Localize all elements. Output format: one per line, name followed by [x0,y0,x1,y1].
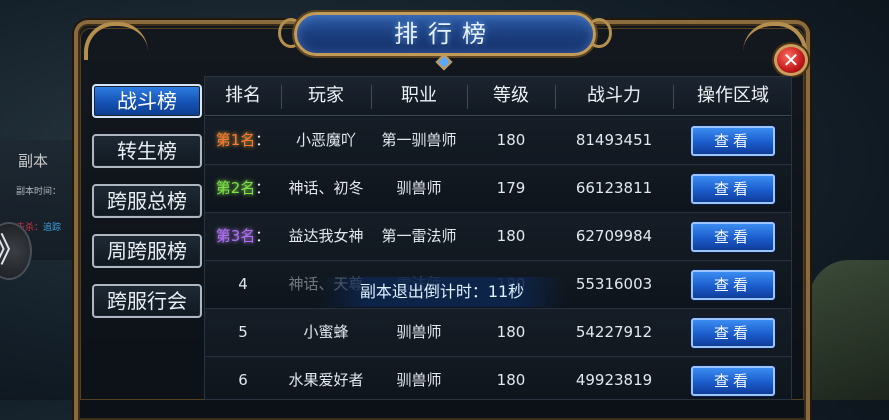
expand-arrow-button[interactable]: 》 [0,222,32,280]
column-header-action: 操作区域 [697,85,769,106]
dungeon-time-label: 副本时间： [16,187,62,197]
column-header-player: 玩家 [308,85,344,106]
player-level: 180 [496,131,526,149]
dungeon-exit-countdown-toast: 副本退出倒计时：11秒 [318,277,566,307]
view-button[interactable]: 查看 [691,126,775,156]
column-header-rank: 排名 [225,85,261,106]
rank-cell: 第1名： [205,117,281,164]
view-button[interactable]: 查看 [691,222,775,252]
view-button[interactable]: 查看 [691,174,775,204]
player-power: 54227912 [575,323,653,341]
rank-colon: ： [255,179,271,197]
player-power: 62709984 [575,227,653,245]
table-row: 第2名： 神话、初冬 驯兽师 179 66123811 查看 [205,165,791,213]
player-class: 第一雷法师 [381,227,457,245]
rank-colon: ： [255,227,271,245]
player-level: 180 [496,227,526,245]
tab-weekly-cross-server[interactable]: 周跨服榜 [92,234,202,268]
dungeon-panel-title: 副本 [18,152,49,170]
player-class: 驯兽师 [396,323,442,341]
player-name: 小蜜蜂 [303,323,349,341]
player-class: 驯兽师 [396,179,442,197]
player-class: 驯兽师 [396,371,442,389]
column-header-power: 战斗力 [587,85,641,106]
scene-rock [809,260,889,400]
view-button[interactable]: 查看 [691,318,775,348]
player-name: 小恶魔吖 [295,131,356,149]
player-name: 神话、初冬 [288,179,364,197]
rank-colon: ： [255,131,271,149]
player-power: 55316003 [575,275,653,293]
title-banner-wrap: 排行榜 [278,4,612,71]
close-button[interactable]: ✕ [774,44,808,76]
tab-rebirth-rank[interactable]: 转生榜 [92,134,202,168]
player-level: 180 [496,323,526,341]
player-level: 179 [496,179,526,197]
rank-label: 第1名 [215,131,256,149]
player-power: 49923819 [575,371,653,389]
table-row: 6 水果爱好者 驯兽师 180 49923819 查看 [205,357,791,399]
rank-cell: 5 [238,323,248,341]
title-banner: 排行榜 [294,12,596,56]
tab-battle-rank[interactable]: 战斗榜 [92,84,202,118]
player-name: 益达我女神 [288,227,364,245]
rank-cell: 6 [238,371,248,389]
double-chevron-right-icon: 》 [0,231,28,271]
player-power: 66123811 [575,179,653,197]
rank-cell: 第3名： [205,213,281,260]
rank-label: 第3名 [215,227,256,245]
view-button[interactable]: 查看 [691,366,775,396]
close-icon: ✕ [782,48,800,72]
table-row: 第1名： 小恶魔吖 第一驯兽师 180 81493451 查看 [205,117,791,165]
view-button[interactable]: 查看 [691,270,775,300]
tab-cross-server-total[interactable]: 跨服总榜 [92,184,202,218]
column-header-level: 等级 [493,85,529,106]
player-power: 81493451 [575,131,653,149]
player-level: 180 [496,371,526,389]
rank-cell: 4 [238,275,248,293]
title-ornament-right [586,18,612,48]
tab-cross-server-guild[interactable]: 跨服行会 [92,284,202,318]
rank-cell: 第2名： [205,165,281,212]
player-class: 第一驯兽师 [381,131,457,149]
table-header: 排名 玩家 职业 等级 战斗力 操作区域 [205,77,791,116]
column-header-class: 职业 [401,85,437,106]
rank-label: 第2名 [215,179,256,197]
table-row: 第3名： 益达我女神 第一雷法师 180 62709984 查看 [205,213,791,261]
table-row: 5 小蜜蜂 驯兽师 180 54227912 查看 [205,309,791,357]
window-title: 排行榜 [394,20,496,48]
player-name: 水果爱好者 [288,371,364,389]
track-link[interactable]: 追踪 [43,223,61,233]
leaderboard-table: 排名 玩家 职业 等级 战斗力 操作区域 第1名： 小恶魔吖 第一驯兽师 180… [204,76,792,400]
